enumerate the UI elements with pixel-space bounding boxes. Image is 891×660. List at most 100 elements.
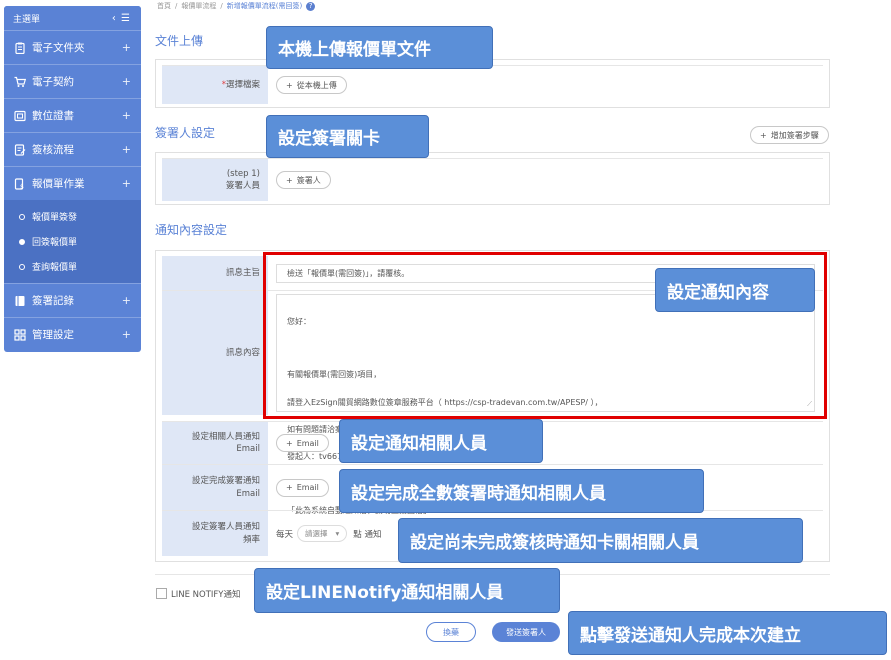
sidebar: 主選單 ‹ ☰ 電子文件夾 + 電子契約 + 數位證書 + 簽核流程 + $ 報…	[4, 6, 141, 352]
submenu-item-label: 查詢報價單	[32, 263, 78, 273]
submenu-item-countersign-quotation[interactable]: 回簽報價單	[4, 229, 141, 254]
sidebar-item-label: 報價單作業	[32, 178, 85, 190]
cart-icon	[13, 75, 26, 88]
email-button-label: Email	[296, 483, 319, 492]
breadcrumb-quotation-flow[interactable]: 報價單流程	[181, 1, 216, 11]
upload-row: *選擇檔案 + 從本機上傳	[162, 65, 823, 104]
signer-label-cell: (step 1) 簽署人員	[162, 159, 268, 201]
frequency-label-cell: 設定簽署人員通知 頻率	[162, 511, 268, 556]
sidebar-item-label: 管理設定	[32, 329, 74, 341]
upload-label: 選擇檔案	[225, 79, 260, 90]
callout-related: 設定通知相關人員	[339, 419, 543, 463]
expand-plus-icon: +	[121, 143, 131, 156]
sidebar-item-label: 簽核流程	[32, 144, 74, 156]
upload-button-label: 從本機上傳	[296, 80, 337, 90]
callout-line-notify: 設定LINENotify通知相關人員	[254, 568, 560, 613]
sidebar-item-label: 電子契約	[32, 76, 74, 88]
sidebar-item-document-folder[interactable]: 電子文件夾 +	[4, 30, 141, 64]
subject-label-cell: 訊息主旨	[162, 256, 268, 290]
add-related-email-button[interactable]: + Email	[276, 434, 329, 452]
signer-row: (step 1) 簽署人員 + 簽署人	[162, 158, 823, 201]
line-notify-checkbox[interactable]	[156, 588, 167, 599]
add-step-label: 增加簽署步驟	[770, 130, 819, 140]
approval-icon	[13, 143, 26, 156]
notify-section-title: 通知內容設定	[155, 223, 228, 237]
breadcrumb-current: 新增報價單流程(需回簽)	[226, 2, 303, 10]
upload-from-local-button[interactable]: + 從本機上傳	[276, 76, 347, 94]
upload-section-title: 文件上傳	[155, 34, 204, 48]
book-icon	[13, 294, 26, 307]
callout-done: 設定完成全數簽署時通知相關人員	[339, 469, 704, 513]
sidebar-item-label: 電子文件夾	[32, 42, 85, 54]
certificate-icon	[13, 109, 26, 122]
related-email-label-1: 設定相關人員通知	[191, 431, 260, 442]
add-sign-step-button[interactable]: + 增加簽署步驟	[750, 126, 829, 144]
add-signer-label: 簽署人	[296, 175, 321, 185]
submenu-item-issue-quotation[interactable]: 報價單簽發	[4, 204, 141, 229]
add-done-email-button[interactable]: + Email	[276, 478, 329, 497]
sidebar-item-label: 簽署記錄	[32, 295, 74, 307]
send-to-signer-button[interactable]: 發送簽署人	[492, 622, 560, 642]
frequency-hour-select[interactable]: 請選擇 ▾	[297, 525, 348, 542]
sidebar-item-quotation[interactable]: $ 報價單作業 +	[4, 166, 141, 200]
signer-value-cell: + 簽署人	[268, 159, 823, 201]
callout-upload: 本機上傳報價單文件	[266, 26, 493, 69]
expand-plus-icon: +	[121, 75, 131, 88]
content-line: 請登入EzSign關貿網路數位簽章服務平台（ https://csp-trade…	[287, 397, 603, 407]
content-label: 訊息內容	[225, 347, 260, 358]
cancel-button[interactable]: 換藥	[426, 622, 476, 642]
plus-icon: +	[286, 175, 293, 185]
frequency-prefix: 每天	[276, 529, 294, 540]
submenu-item-label: 報價單簽發	[32, 213, 78, 223]
select-value: 請選擇	[305, 529, 328, 538]
step-label: (step 1)	[226, 168, 260, 179]
callout-send: 點擊發送通知人完成本次建立	[568, 611, 887, 655]
submenu-item-search-quotation[interactable]: 查詢報價單	[4, 254, 141, 279]
breadcrumb-separator: /	[175, 2, 178, 10]
sidebar-submenu-quotation: 報價單簽發 回簽報價單 查詢報價單	[4, 200, 141, 283]
expand-plus-icon: +	[121, 41, 131, 54]
callout-signer: 設定簽署關卡	[266, 115, 429, 158]
frequency-label-1: 設定簽署人員通知	[191, 522, 260, 533]
breadcrumb: 首頁 / 報價單流程 / 新增報價單流程(需回簽) ?	[157, 1, 316, 11]
frequency-label-2: 頻率	[242, 534, 260, 545]
help-icon[interactable]: ?	[306, 1, 316, 11]
signer-section-title: 簽署人設定	[155, 126, 216, 140]
quotation-icon: $	[13, 177, 26, 190]
chevron-down-icon: ▾	[335, 529, 340, 538]
sidebar-header: 主選單 ‹ ☰	[4, 6, 141, 30]
breadcrumb-home[interactable]: 首頁	[157, 1, 171, 11]
done-email-label-cell: 設定完成簽署通知 Email	[162, 465, 268, 510]
resize-handle-icon[interactable]: ⟋	[807, 399, 812, 411]
content-line	[287, 342, 804, 355]
done-email-label-1: 設定完成簽署通知	[191, 476, 260, 487]
email-button-label: Email	[296, 438, 319, 448]
plus-icon: +	[760, 130, 767, 140]
clipboard-icon	[13, 41, 26, 54]
expand-plus-icon: +	[121, 294, 131, 307]
filled-circle-icon	[19, 238, 25, 245]
expand-plus-icon: +	[121, 328, 131, 341]
content-label-cell: 訊息內容	[162, 291, 268, 415]
line-notify-label: LINE NOTIFY通知	[171, 590, 241, 600]
upload-value-cell: + 從本機上傳	[268, 66, 823, 104]
sidebar-item-sign-records[interactable]: 簽署記錄 +	[4, 283, 141, 317]
expand-plus-icon: +	[121, 109, 131, 122]
content-line: 您好：	[287, 316, 311, 326]
circle-icon	[19, 263, 25, 270]
plus-icon: +	[286, 483, 293, 492]
frequency-suffix: 點 通知	[353, 529, 382, 540]
svg-text:$: $	[20, 183, 24, 190]
plus-icon: +	[286, 438, 293, 448]
add-signer-button[interactable]: + 簽署人	[276, 171, 331, 189]
sidebar-item-approval-flow[interactable]: 簽核流程 +	[4, 132, 141, 166]
sidebar-item-certificate[interactable]: 數位證書 +	[4, 98, 141, 132]
content-line: 有關報價單(需回簽)項目，	[287, 370, 382, 380]
sidebar-item-admin-settings[interactable]: 管理設定 +	[4, 317, 141, 351]
submenu-item-label: 回簽報價單	[32, 238, 78, 248]
sidebar-item-contract[interactable]: 電子契約 +	[4, 64, 141, 98]
plus-icon: +	[286, 80, 293, 90]
subject-label: 訊息主旨	[225, 267, 260, 278]
sidebar-toggle-icon[interactable]: ‹ ☰	[112, 13, 131, 24]
breadcrumb-separator: /	[220, 2, 223, 10]
